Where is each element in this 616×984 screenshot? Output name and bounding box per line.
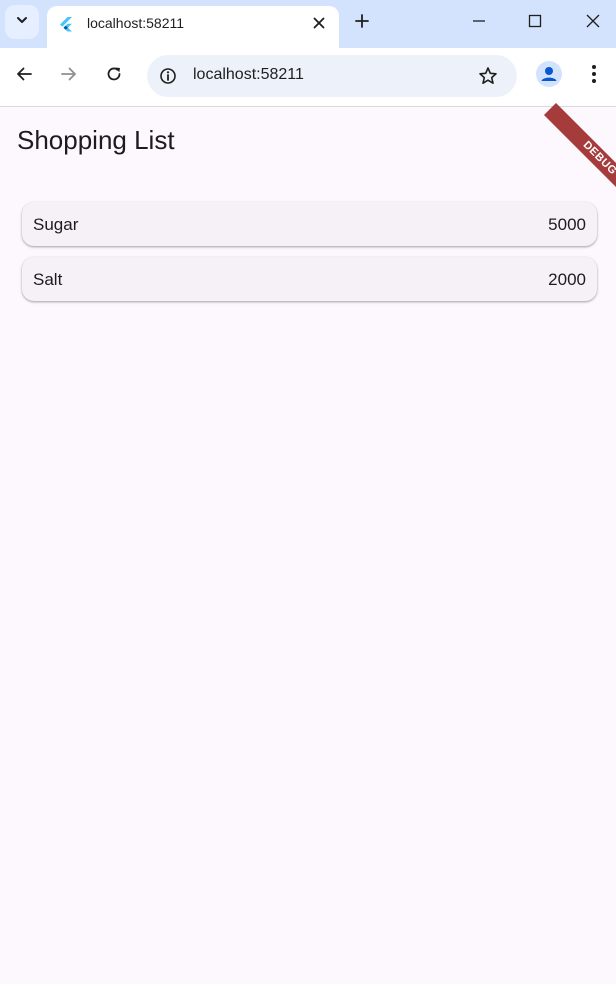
flutter-logo-icon bbox=[58, 16, 74, 32]
url-text[interactable]: localhost:58211 bbox=[193, 66, 304, 84]
minimize-icon bbox=[472, 14, 486, 33]
item-quantity: 5000 bbox=[548, 215, 586, 234]
browser-window: localhost:58211 localhost:58211 Shopping… bbox=[0, 0, 616, 984]
plus-icon bbox=[354, 13, 370, 34]
close-icon[interactable] bbox=[309, 13, 329, 33]
app-viewport: Shopping List Sugar 5000 Salt 2000 bbox=[0, 107, 616, 984]
back-button[interactable] bbox=[9, 61, 39, 91]
chevron-down-icon bbox=[15, 13, 29, 32]
reload-icon bbox=[105, 65, 123, 88]
item-quantity: 2000 bbox=[548, 270, 586, 289]
profile-icon bbox=[536, 60, 562, 92]
item-name: Salt bbox=[33, 270, 63, 289]
tab-search-button[interactable] bbox=[5, 5, 39, 39]
list-item[interactable]: Sugar 5000 bbox=[22, 202, 597, 246]
new-tab-button[interactable] bbox=[350, 11, 374, 35]
maximize-button[interactable] bbox=[515, 8, 555, 38]
window-close-button[interactable] bbox=[573, 8, 613, 38]
profile-button[interactable] bbox=[535, 60, 563, 92]
item-name: Sugar bbox=[33, 215, 79, 234]
browser-menu-button[interactable] bbox=[581, 61, 607, 91]
minimize-button[interactable] bbox=[459, 8, 499, 38]
shopping-list: Sugar 5000 Salt 2000 bbox=[22, 202, 597, 312]
maximize-icon bbox=[528, 14, 542, 33]
close-icon bbox=[585, 13, 601, 34]
browser-toolbar: localhost:58211 bbox=[0, 48, 616, 107]
list-item[interactable]: Salt 2000 bbox=[22, 257, 597, 301]
more-vertical-icon bbox=[591, 64, 597, 89]
star-icon[interactable] bbox=[477, 65, 499, 87]
tab-strip: localhost:58211 bbox=[0, 0, 616, 48]
forward-button[interactable] bbox=[54, 61, 84, 91]
tab-title: localhost:58211 bbox=[87, 15, 185, 31]
arrow-right-icon bbox=[60, 65, 78, 88]
tab-active[interactable]: localhost:58211 bbox=[47, 6, 339, 48]
info-icon[interactable] bbox=[157, 65, 179, 87]
page-title: Shopping List bbox=[17, 125, 175, 155]
arrow-left-icon bbox=[15, 65, 33, 88]
address-bar[interactable]: localhost:58211 bbox=[147, 55, 517, 97]
reload-button[interactable] bbox=[99, 61, 129, 91]
